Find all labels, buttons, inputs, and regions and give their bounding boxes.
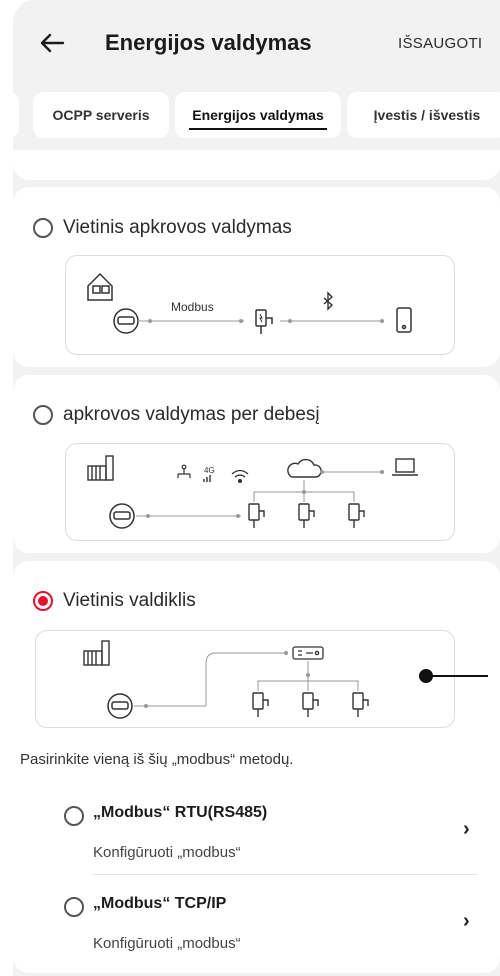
cloud-icon — [287, 458, 322, 478]
option-card-local-load-management[interactable]: Vietinis apkrovos valdymas Modbus — [13, 187, 500, 367]
tab-label: Įvestis / išvestis — [373, 107, 481, 123]
tab-previous-partial[interactable] — [13, 92, 19, 138]
modbus-label: Modbus — [171, 300, 214, 314]
diagram-local-load-management: Modbus — [65, 255, 455, 355]
modbus-tcp-label[interactable]: „Modbus“ TCP/IP — [93, 895, 226, 913]
tab-label: Energijos valdymas — [192, 107, 324, 123]
diagram-graphic: 4G — [87, 455, 418, 529]
option-card-cloud-load-management[interactable]: apkrovos valdymas per debesį 4G — [13, 375, 500, 553]
signal-bars-icon — [203, 475, 211, 482]
modbus-hint-text: Pasirinkite vieną iš šių „modbus“ metodų… — [20, 751, 294, 768]
radio-local-load-management[interactable] — [33, 218, 53, 238]
building-icon — [87, 455, 114, 481]
building-icon — [83, 640, 110, 666]
charger-icon — [298, 503, 315, 528]
charger-icon — [248, 503, 265, 528]
active-tab-underline — [189, 128, 327, 130]
option-label: Vietinis apkrovos valdymas — [63, 217, 292, 238]
meter-icon — [109, 503, 135, 529]
phone-icon — [396, 307, 412, 333]
tab-label: OCPP serveris — [52, 107, 150, 123]
annotation-pointer-dot — [419, 669, 433, 683]
laptop-icon — [392, 458, 418, 476]
meter-icon — [107, 693, 133, 719]
modbus-tcp-sub: Konfigūruoti „modbus“ — [93, 935, 241, 952]
annotation-pointer-line — [428, 675, 488, 677]
network-icon — [177, 464, 191, 478]
charger-icon — [252, 692, 269, 717]
charger-icon — [348, 503, 365, 528]
radio-modbus-tcp[interactable] — [64, 897, 84, 917]
chevron-right-icon[interactable]: › — [463, 910, 470, 933]
charger-icon — [255, 309, 273, 334]
option-label: Vietinis valdiklis — [63, 590, 196, 611]
charger-icon — [302, 692, 319, 717]
diagram-cloud-load-management: 4G — [65, 443, 455, 541]
tab-ocpp-server[interactable]: OCPP serveris — [33, 92, 169, 138]
modbus-rtu-label[interactable]: „Modbus“ RTU(RS485) — [93, 804, 267, 822]
meter-icon — [113, 308, 139, 334]
previous-card-partial — [13, 150, 500, 180]
chevron-right-icon[interactable]: › — [463, 818, 470, 841]
controller-icon — [292, 646, 324, 660]
tab-energy-management[interactable]: Energijos valdymas — [175, 92, 341, 138]
tab-bar: OCPP serveris Energijos valdymas Įvestis… — [13, 92, 500, 142]
network-4g-label: 4G — [204, 466, 215, 475]
radio-cloud-load-management[interactable] — [33, 405, 53, 425]
app-bar: Energijos valdymas IŠSAUGOTI — [13, 0, 500, 92]
charger-icon — [352, 692, 369, 717]
screen: Energijos valdymas IŠSAUGOTI OCPP server… — [0, 0, 500, 976]
page-title: Energijos valdymas — [105, 30, 312, 55]
back-arrow-icon[interactable] — [35, 26, 69, 60]
diagram-graphic: Modbus — [87, 272, 412, 334]
option-label: apkrovos valdymas per debesį — [63, 404, 320, 425]
bluetooth-icon — [323, 291, 334, 311]
radio-local-controller[interactable] — [33, 591, 53, 611]
house-icon — [87, 272, 113, 301]
diagram-local-controller — [35, 630, 455, 728]
app-surface: Energijos valdymas IŠSAUGOTI OCPP server… — [13, 0, 500, 976]
modbus-rtu-sub: Konfigūruoti „modbus“ — [93, 844, 241, 861]
wifi-icon — [231, 469, 249, 484]
diagram-graphic — [83, 640, 369, 719]
tab-input-output[interactable]: Įvestis / išvestis — [347, 92, 500, 138]
divider — [93, 874, 477, 875]
save-button[interactable]: IŠSAUGOTI — [398, 35, 482, 52]
radio-modbus-rtu[interactable] — [64, 806, 84, 826]
